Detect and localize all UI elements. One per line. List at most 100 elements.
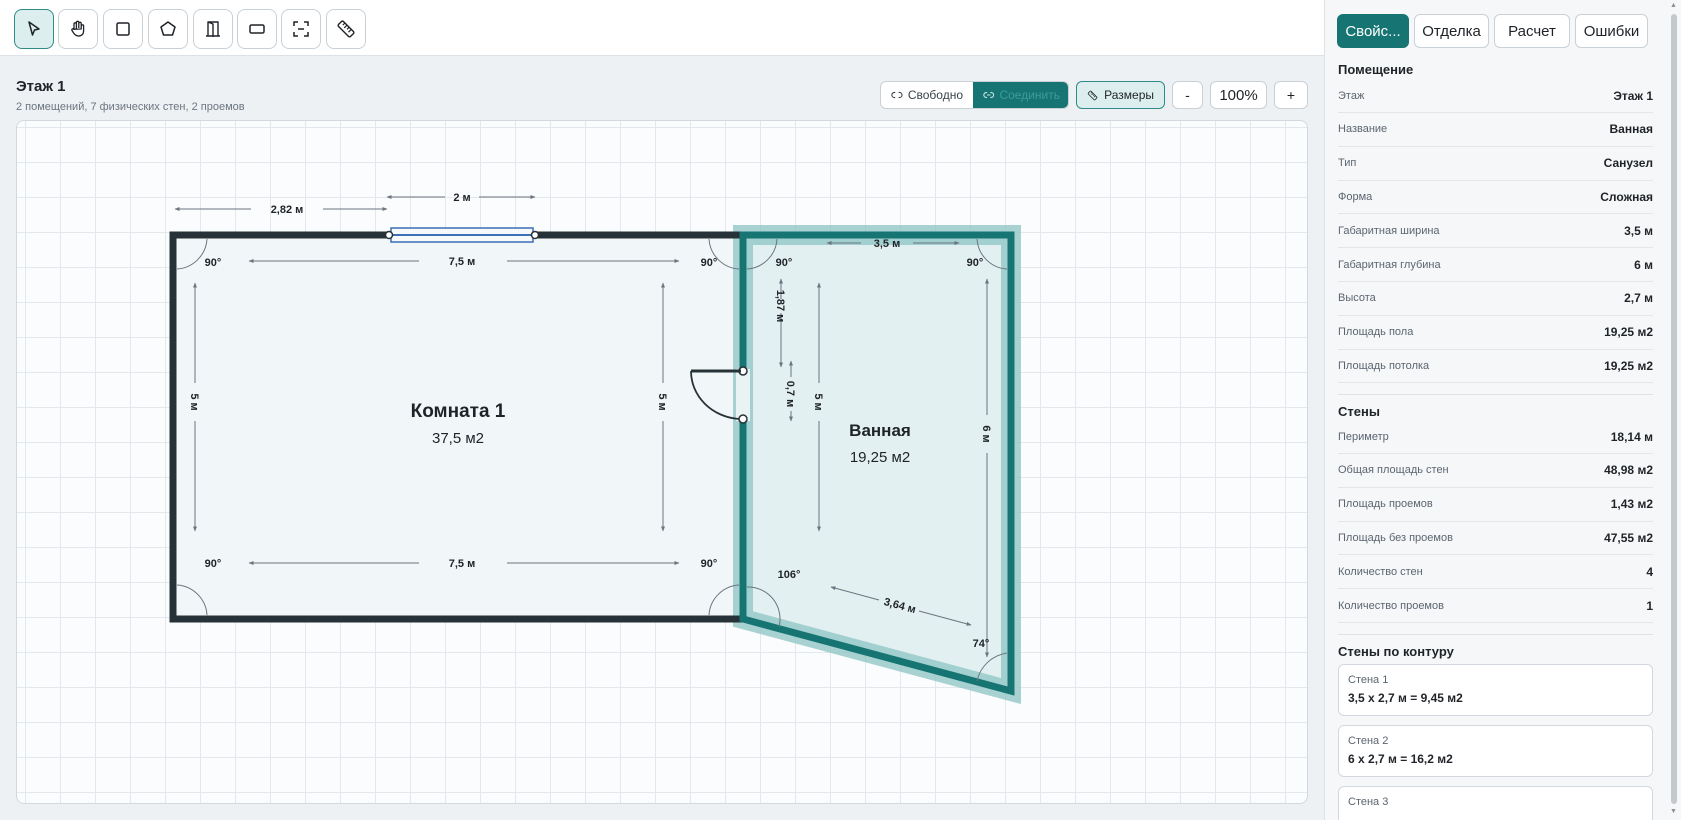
property-label: Высота: [1338, 292, 1376, 305]
property-row: Периметр 18,14 м: [1338, 420, 1653, 454]
dim-room1-mid: 5 м: [656, 393, 668, 410]
angle-bath-br: 74°: [973, 638, 990, 650]
connect-mode-label: Соединить: [999, 88, 1060, 102]
dimensions-toggle-button[interactable]: Размеры: [1076, 81, 1165, 109]
window-left-handle[interactable]: [384, 230, 394, 240]
ruler-tool-button[interactable]: [326, 9, 366, 49]
toolbar: [0, 0, 1324, 56]
window-tool-button[interactable]: [237, 9, 277, 49]
dim-room1-left: 5 м: [188, 393, 200, 410]
angle-bath-tr: 90°: [967, 257, 984, 269]
select-tool-button[interactable]: [14, 9, 54, 49]
angle-room1-tl: 90°: [205, 257, 222, 269]
panel-scrollbar[interactable]: ▲ ▼: [1669, 0, 1679, 820]
unlink-icon: [891, 91, 903, 99]
angle-room1-tr: 90°: [701, 257, 718, 269]
pentagon-icon: [160, 21, 176, 36]
property-value: 1: [1646, 598, 1653, 613]
window-rect-icon: [249, 24, 265, 34]
polygon-room-tool-button[interactable]: [148, 9, 188, 49]
property-label: Площадь потолка: [1338, 359, 1430, 372]
door-bottom-handle[interactable]: [738, 414, 748, 424]
scroll-thumb[interactable]: [1671, 14, 1677, 804]
property-row: Количество проемов 1: [1338, 589, 1653, 623]
tab-errors[interactable]: Ошибки: [1575, 14, 1648, 48]
property-row: Площадь пола 19,25 м2: [1338, 316, 1653, 350]
zoom-level[interactable]: 100%: [1210, 81, 1267, 109]
property-value: Этаж 1: [1613, 88, 1653, 103]
property-label: Название: [1338, 123, 1388, 136]
property-value: Ванная: [1609, 122, 1653, 137]
rect-room-tool-button[interactable]: [103, 9, 143, 49]
property-value: Сложная: [1600, 189, 1653, 204]
property-row: Этаж Этаж 1: [1338, 79, 1653, 113]
editor-area: Этаж 1 2 помещений, 7 физических стен, 2…: [0, 0, 1324, 820]
contour-wall-title: Стена 2: [1348, 735, 1389, 747]
property-value: 18,14 м: [1610, 429, 1653, 444]
tab-finishing[interactable]: Отделка: [1414, 14, 1489, 48]
dim-282: 2,82 м: [271, 204, 304, 216]
property-label: Площадь проемов: [1338, 498, 1433, 511]
ruler-icon: [337, 20, 355, 38]
angle-bath-tl: 90°: [776, 257, 793, 269]
contour-wall-formula: 6 x 2,7 м = 16,2 м2: [1348, 752, 1453, 766]
angle-bath-bl: 106°: [778, 569, 801, 581]
contour-wall-title: Стена 1: [1348, 674, 1389, 686]
opening-tool-button[interactable]: [281, 9, 321, 49]
dim-bath-top: 3,5 м: [874, 238, 901, 250]
contour-wall-card[interactable]: Стена 1 3,5 x 2,7 м = 9,45 м2: [1338, 664, 1653, 716]
plan-canvas[interactable]: 2,82 м 2 м 7,5 м 7,5 м 3,5 м 5 м 5 м 1,8…: [16, 120, 1308, 804]
pan-tool-button[interactable]: [58, 9, 98, 49]
scroll-up-icon[interactable]: ▲: [1670, 2, 1677, 9]
contour-section-title: Стены по контуру: [1338, 644, 1454, 659]
dim-bath-inner: 5 м: [812, 393, 824, 410]
window-right-handle[interactable]: [530, 230, 540, 240]
property-value: 48,98 м2: [1604, 463, 1653, 478]
property-row: Площадь проемов 1,43 м2: [1338, 488, 1653, 522]
dim-room1-bottom: 7,5 м: [449, 558, 476, 570]
angle-room1-br: 90°: [701, 558, 718, 570]
property-label: Габаритная ширина: [1338, 224, 1440, 237]
dim-window: 2 м: [453, 192, 470, 204]
zoom-out-button[interactable]: -: [1172, 81, 1203, 109]
property-row: Высота 2,7 м: [1338, 282, 1653, 316]
property-row: Габаритная ширина 3,5 м: [1338, 214, 1653, 249]
link-icon: [983, 92, 995, 98]
floor-summary: 2 помещений, 7 физических стен, 2 проемо…: [16, 101, 245, 113]
connect-mode-button[interactable]: Соединить: [973, 82, 1068, 108]
property-row: Тип Санузел: [1338, 147, 1653, 181]
free-mode-button[interactable]: Свободно: [881, 82, 973, 108]
tab-calculation[interactable]: Расчет: [1494, 14, 1570, 48]
property-value: 19,25 м2: [1604, 325, 1653, 340]
zoom-in-button[interactable]: +: [1274, 81, 1308, 109]
room2-name: Ванная: [849, 421, 911, 440]
ruler-icon: [1087, 90, 1098, 100]
property-label: Площадь пола: [1338, 326, 1414, 339]
scroll-down-icon[interactable]: ▼: [1670, 808, 1677, 815]
property-row: Площадь без проемов 47,55 м2: [1338, 521, 1653, 556]
dimensions-label: Размеры: [1104, 88, 1154, 102]
contour-wall-card[interactable]: Стена 2 6 x 2,7 м = 16,2 м2: [1338, 725, 1653, 777]
tab-properties[interactable]: Свойс...: [1337, 14, 1409, 48]
property-label: Этаж: [1338, 89, 1365, 102]
property-row: Площадь потолка 19,25 м2: [1338, 349, 1653, 384]
free-mode-label: Свободно: [907, 88, 963, 102]
dashed-frame-icon: [293, 21, 309, 37]
property-label: Периметр: [1338, 430, 1389, 443]
door-tool-button[interactable]: [193, 9, 233, 49]
walls-section-title: Стены: [1338, 404, 1380, 419]
dim-wall-segment: 1,87 м: [774, 290, 786, 323]
property-row: Общая площадь стен 48,98 м2: [1338, 454, 1653, 488]
property-row: Форма Сложная: [1338, 180, 1653, 215]
divider: [1338, 634, 1653, 635]
dim-door-width: 0,7 м: [784, 381, 796, 408]
property-label: Площадь без проемов: [1338, 531, 1453, 544]
property-value: 19,25 м2: [1604, 358, 1653, 373]
room2-area: 19,25 м2: [850, 449, 910, 466]
contour-wall-card[interactable]: Стена 3: [1338, 786, 1653, 820]
door-opening[interactable]: [736, 369, 750, 421]
property-label: Габаритная глубина: [1338, 258, 1441, 271]
properties-panel: Свойс... Отделка Расчет Ошибки Помещение…: [1324, 0, 1681, 820]
cursor-icon: [28, 21, 40, 36]
property-value: Санузел: [1603, 156, 1653, 171]
